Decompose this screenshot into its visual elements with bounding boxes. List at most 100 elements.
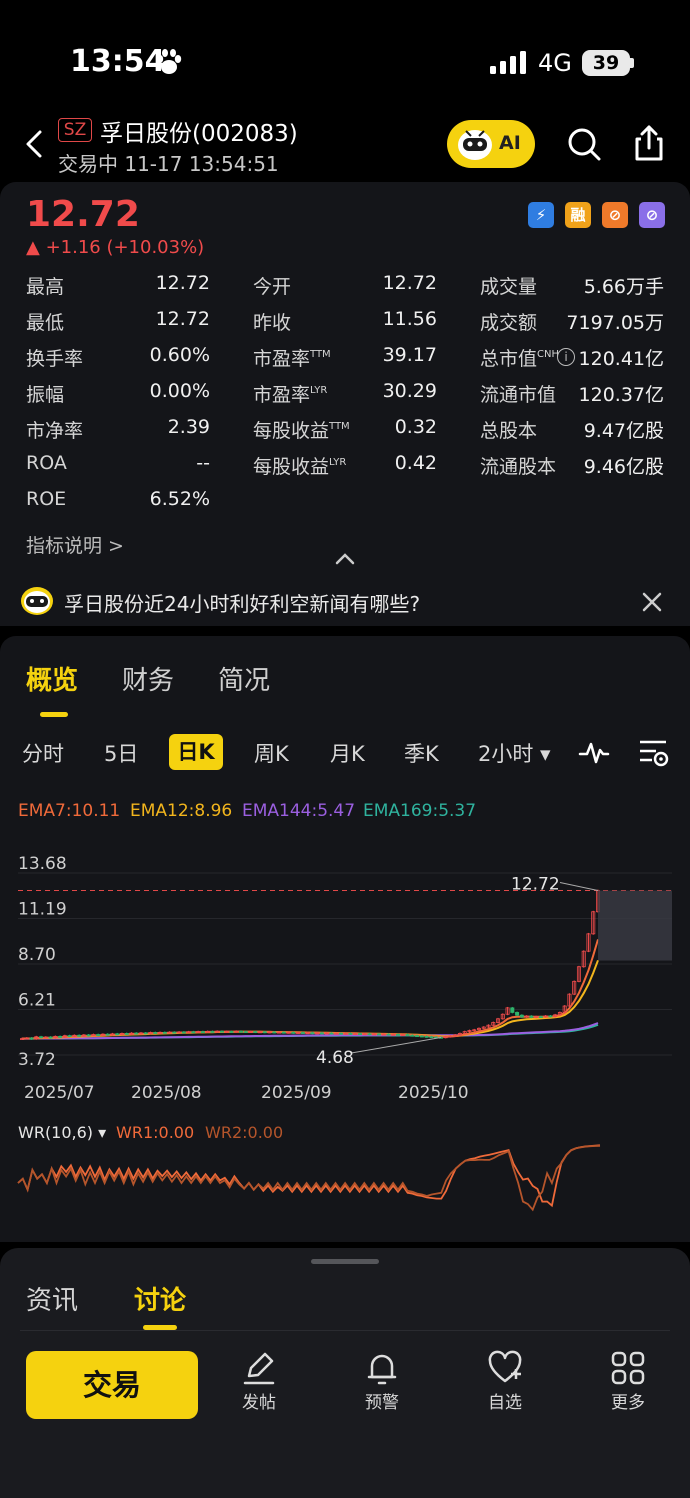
more-button[interactable]: 更多 xyxy=(588,1350,668,1420)
stat-value: 39.17 xyxy=(382,344,437,366)
candle-body xyxy=(210,1031,215,1033)
ema-legend-169: EMA169:5.37 xyxy=(363,801,477,821)
info-icon[interactable]: i xyxy=(557,348,575,366)
robot-face-icon xyxy=(458,130,492,160)
candle-body xyxy=(415,1035,420,1038)
candle-body xyxy=(348,1033,353,1035)
candle-body xyxy=(229,1031,234,1033)
candle-body xyxy=(357,1033,362,1036)
candle-body xyxy=(367,1033,372,1036)
tab-underline xyxy=(40,712,68,717)
stat-value: 0.60% xyxy=(149,344,210,366)
chart-settings-icon[interactable] xyxy=(638,738,670,768)
stat-value: 6.52% xyxy=(149,488,210,510)
candle-body xyxy=(162,1031,167,1034)
stat-value: 5.66万手 xyxy=(583,276,664,298)
post-button[interactable]: 发帖 xyxy=(219,1350,299,1420)
chevron-up-icon[interactable] xyxy=(334,552,356,566)
candle-body xyxy=(310,1032,315,1035)
price-change: ▲ +1.16 (+10.03%) xyxy=(26,237,205,258)
tab-profile[interactable]: 简况 xyxy=(218,660,270,697)
trade-button[interactable]: 交易 xyxy=(26,1351,198,1419)
kline-chart[interactable]: 13.68 11.19 8.70 6.21 3.72 2025/07 2025/08 2025… xyxy=(0,840,690,1110)
price-scale-shade xyxy=(598,890,672,961)
wr-chart[interactable] xyxy=(0,1122,690,1232)
tab-overview[interactable]: 概览 xyxy=(26,660,78,697)
post-label: 发帖 xyxy=(242,1393,276,1413)
indicator-explanation-link[interactable]: 指标说明 > xyxy=(26,531,124,558)
stat-value: -- xyxy=(196,452,210,474)
flash-badge-icon[interactable]: ⚡ xyxy=(528,202,554,228)
stat-value: 7197.05万 xyxy=(566,312,664,334)
candle-body xyxy=(386,1033,391,1036)
y-tick-label: 6.21 xyxy=(18,991,56,1011)
pointer-line xyxy=(351,1036,441,1054)
stat-value: 0.42 xyxy=(394,452,437,474)
candle-body xyxy=(262,1031,267,1034)
stat-value: 9.46亿股 xyxy=(583,456,664,478)
candle-body xyxy=(143,1032,148,1035)
more-label: 更多 xyxy=(611,1393,645,1413)
pointer-line xyxy=(559,882,599,892)
candle-body xyxy=(191,1031,196,1034)
ai-assistant-button[interactable]: AI xyxy=(447,120,535,168)
stat-value: 11.56 xyxy=(382,308,437,330)
x-tick-label: 2025/10 xyxy=(398,1083,469,1103)
candle-body xyxy=(405,1034,410,1036)
connect-badge-icon[interactable]: ⊘ xyxy=(639,202,665,228)
period-quarterly[interactable]: 季K xyxy=(404,738,439,768)
alert-label: 预警 xyxy=(365,1393,399,1413)
tab-news[interactable]: 资讯 xyxy=(26,1280,78,1317)
watchlist-button[interactable]: 自选 xyxy=(465,1350,545,1420)
tab-financials[interactable]: 财务 xyxy=(122,660,174,697)
divider xyxy=(20,1330,670,1331)
indicator-wave-icon[interactable] xyxy=(578,740,610,766)
last-price: 12.72 xyxy=(26,194,140,235)
back-icon[interactable] xyxy=(22,128,46,160)
stat-value: 120.41亿 xyxy=(578,348,664,370)
candle-body xyxy=(243,1031,248,1034)
share-icon[interactable] xyxy=(632,124,666,162)
close-icon[interactable] xyxy=(640,590,664,614)
stat-value: 30.29 xyxy=(382,380,437,402)
paw-icon xyxy=(156,49,182,74)
x-tick-label: 2025/08 xyxy=(131,1083,202,1103)
candle-body xyxy=(300,1032,305,1034)
period-weekly[interactable]: 周K xyxy=(254,738,289,768)
period-daily[interactable]: 日K xyxy=(169,734,223,770)
trading-status: 交易中 11-17 13:54:51 xyxy=(58,152,279,176)
candle-body xyxy=(86,1034,91,1037)
candle-body xyxy=(538,1016,543,1019)
network-type: 4G xyxy=(538,49,572,77)
candle-body xyxy=(58,1035,63,1038)
tab-discussion[interactable]: 讨论 xyxy=(134,1280,186,1317)
candle-body xyxy=(181,1031,186,1034)
stat-label: 最低 xyxy=(26,312,65,334)
period-intraday[interactable]: 分时 xyxy=(22,738,64,768)
candle-body xyxy=(134,1032,139,1035)
stat-label: 今开 xyxy=(253,276,292,298)
low-price-label: 4.68 xyxy=(316,1048,354,1068)
alert-button[interactable]: 预警 xyxy=(342,1350,422,1420)
stat-label: 振幅 xyxy=(26,384,65,406)
stat-label: 昨收 xyxy=(253,312,292,334)
short-badge-icon[interactable]: ⊘ xyxy=(602,202,628,228)
ema-legend-144: EMA144:5.47 xyxy=(242,801,356,821)
candle-body xyxy=(105,1033,110,1036)
ema-legend-12: EMA12:8.96 xyxy=(130,801,233,821)
stat-value: 0.32 xyxy=(394,416,437,438)
search-icon[interactable] xyxy=(566,126,602,162)
period-2hour-dropdown[interactable]: 2小时 ▾ xyxy=(478,738,551,768)
grid-icon xyxy=(611,1351,645,1385)
period-monthly[interactable]: 月K xyxy=(330,738,365,768)
period-5day[interactable]: 5日 xyxy=(104,738,138,768)
candle-body xyxy=(338,1032,343,1035)
candle-body xyxy=(219,1030,224,1033)
news-prompt[interactable]: 孚日股份近24小时利好利空新闻有哪些? xyxy=(64,588,420,617)
candle-body xyxy=(291,1031,296,1034)
ema-line xyxy=(21,959,599,1040)
sheet-grabber[interactable] xyxy=(311,1259,379,1264)
heart-plus-icon xyxy=(488,1350,522,1383)
stat-value: 9.47亿股 xyxy=(583,420,664,442)
margin-badge-icon[interactable]: 融 xyxy=(565,202,591,228)
